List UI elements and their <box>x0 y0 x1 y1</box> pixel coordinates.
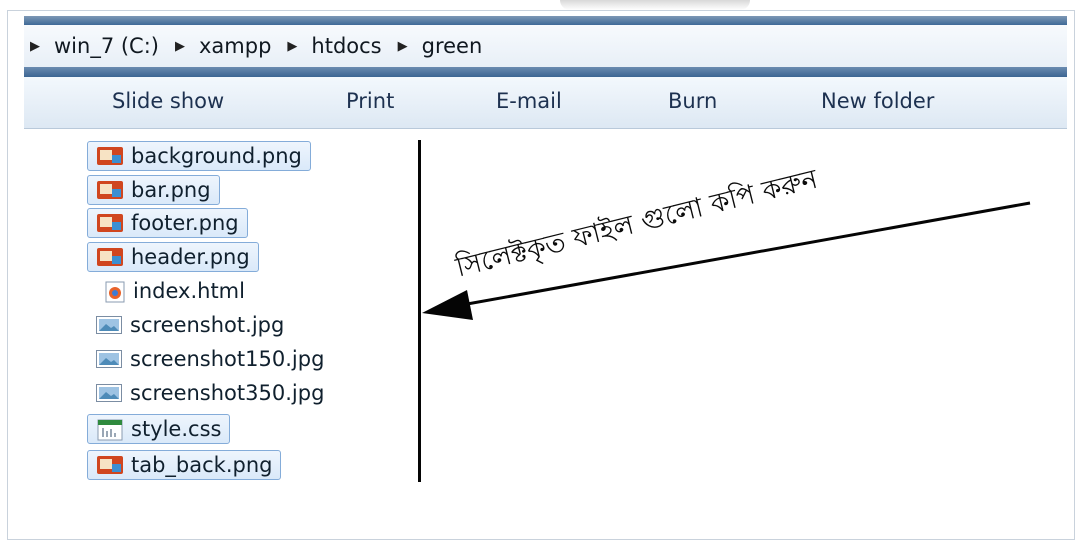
breadcrumb-item-drive[interactable]: win_7 (C:) <box>54 34 159 58</box>
annotation-arrow-icon <box>422 201 1031 320</box>
breadcrumb-item-xampp[interactable]: xampp <box>199 34 271 58</box>
top-tab-shadow <box>560 0 750 10</box>
breadcrumb-separator-icon[interactable]: ▶ <box>30 39 40 54</box>
breadcrumb-item-htdocs[interactable]: htdocs <box>311 34 381 58</box>
breadcrumb-separator-icon[interactable]: ▶ <box>175 39 185 54</box>
breadcrumb-separator-icon[interactable]: ▶ <box>287 39 297 54</box>
breadcrumb-item-green[interactable]: green <box>422 34 483 58</box>
file-list-pane: background.png bar.png footer.png header… <box>24 130 1067 530</box>
print-button[interactable]: Print <box>346 89 394 113</box>
email-button[interactable]: E-mail <box>496 89 562 113</box>
screenshot-stage: ▶ win_7 (C:) ▶ xampp ▶ htdocs ▶ green Sl… <box>0 0 1081 545</box>
burn-button[interactable]: Burn <box>668 89 717 113</box>
address-bar-divider <box>24 67 1067 77</box>
breadcrumb[interactable]: ▶ win_7 (C:) ▶ xampp ▶ htdocs ▶ green <box>24 25 1067 67</box>
slide-show-button[interactable]: Slide show <box>112 89 224 113</box>
window-top-bar <box>24 16 1067 25</box>
breadcrumb-separator-icon[interactable]: ▶ <box>398 39 408 54</box>
command-toolbar: Slide show Print E-mail Burn New folder <box>24 77 1067 129</box>
new-folder-button[interactable]: New folder <box>821 89 934 113</box>
